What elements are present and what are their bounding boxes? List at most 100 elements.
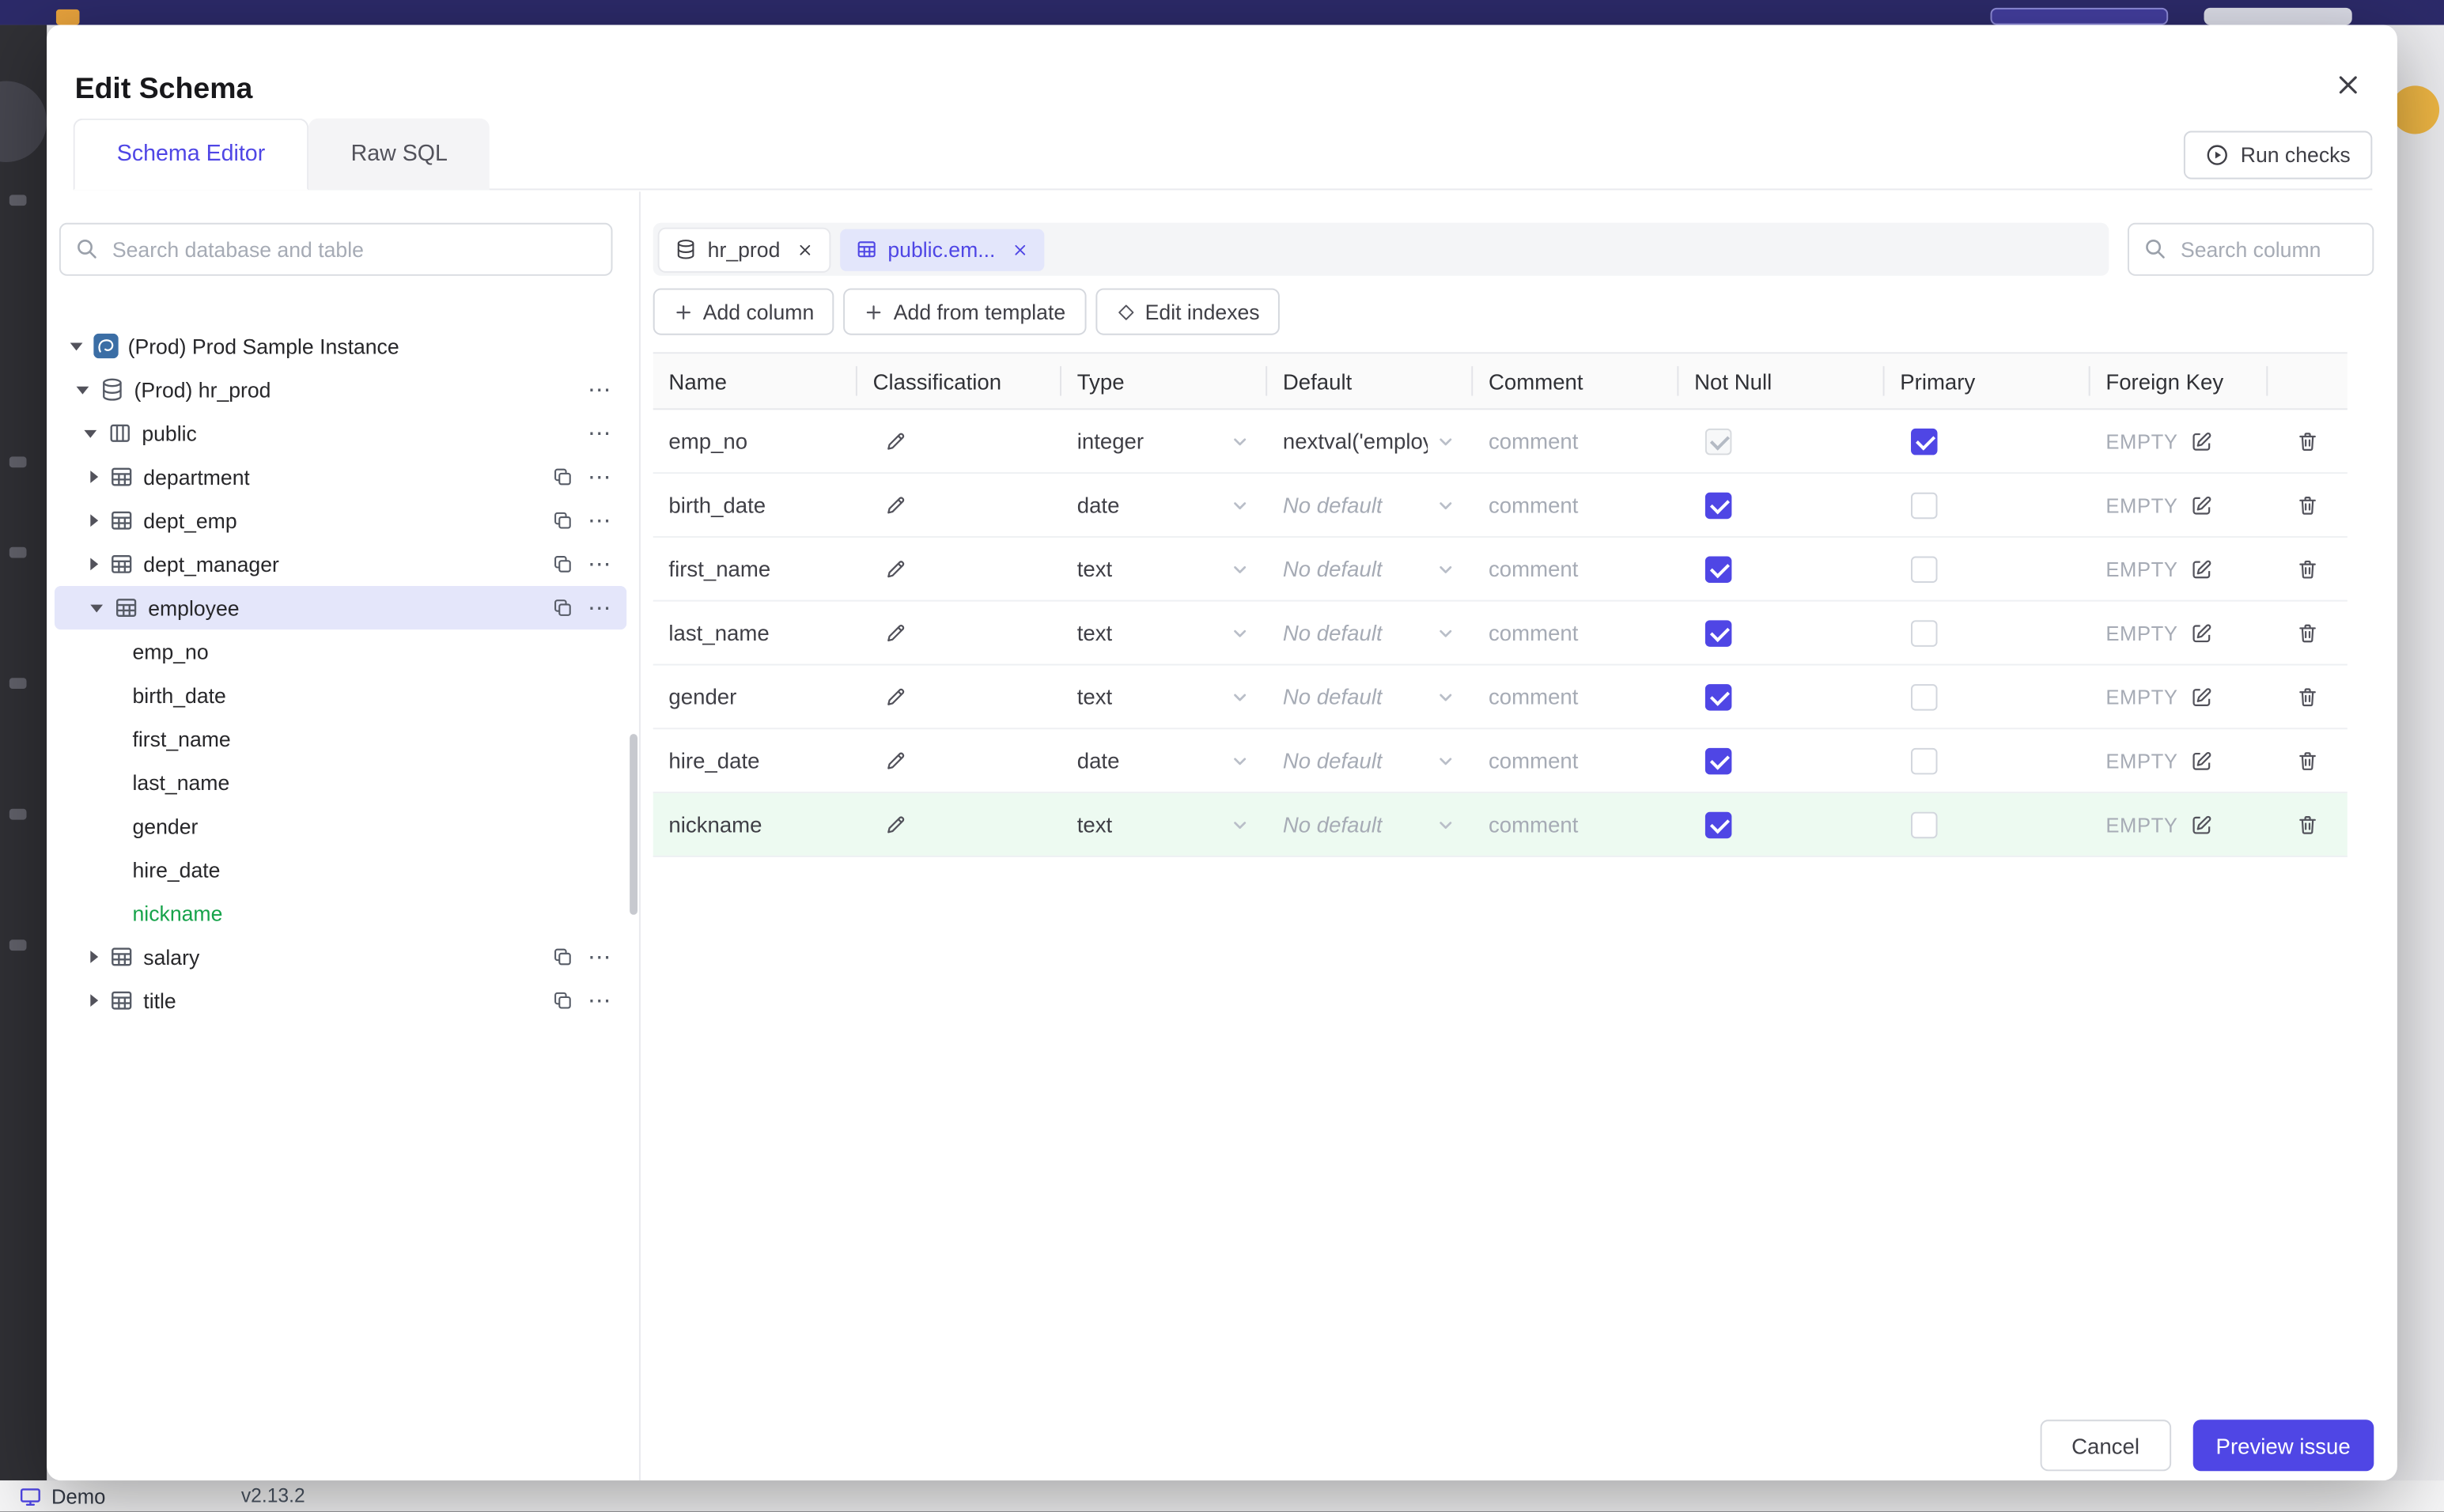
not-null-checkbox-checked[interactable] (1704, 811, 1732, 838)
more-menu-icon[interactable]: ⋯ (588, 421, 613, 445)
tree-item-dept_manager[interactable]: dept_manager ⋯ (55, 542, 626, 586)
edit-foreign-key-icon[interactable] (2190, 429, 2214, 453)
close-tab-icon[interactable] (796, 240, 813, 258)
pencil-icon[interactable] (883, 493, 907, 517)
tree-item-public[interactable]: public ⋯ (55, 411, 626, 455)
more-menu-icon[interactable]: ⋯ (588, 945, 613, 969)
comment-input[interactable]: comment (1489, 429, 1578, 454)
copy-icon[interactable] (552, 989, 574, 1011)
primary-checkbox[interactable] (1911, 683, 1938, 710)
edit-foreign-key-icon[interactable] (2190, 621, 2214, 644)
copy-icon[interactable] (552, 946, 574, 968)
caret-right-icon[interactable] (90, 951, 99, 963)
close-tab-icon[interactable] (1011, 240, 1028, 258)
primary-checkbox-checked[interactable] (1911, 427, 1938, 455)
cancel-button[interactable]: Cancel (2040, 1419, 2171, 1472)
caret-right-icon[interactable] (90, 471, 99, 483)
copy-icon[interactable] (552, 466, 574, 488)
trash-icon[interactable] (2296, 749, 2320, 773)
caret-right-icon[interactable] (90, 994, 99, 1007)
default-select[interactable]: No default (1267, 793, 1473, 856)
database-search-input[interactable] (59, 222, 613, 276)
trash-icon[interactable] (2296, 685, 2320, 709)
more-menu-icon[interactable]: ⋯ (588, 596, 613, 620)
more-menu-icon[interactable]: ⋯ (588, 553, 613, 576)
tree-item-nickname[interactable]: nickname (55, 891, 626, 935)
primary-checkbox[interactable] (1911, 555, 1938, 583)
edit-foreign-key-icon[interactable] (2190, 558, 2214, 581)
comment-input[interactable]: comment (1489, 684, 1578, 709)
caret-down-icon[interactable] (90, 603, 104, 612)
default-select[interactable]: nextval('employ (1267, 410, 1473, 472)
tab-schema-editor[interactable]: Schema Editor (73, 118, 309, 191)
copy-icon[interactable] (552, 509, 574, 531)
not-null-checkbox-checked[interactable] (1704, 619, 1732, 646)
tree-item-last_name[interactable]: last_name (55, 761, 626, 804)
not-null-checkbox-checked[interactable] (1704, 491, 1732, 519)
not-null-checkbox-checked[interactable] (1704, 683, 1732, 710)
trash-icon[interactable] (2296, 621, 2320, 644)
tree-item-gender[interactable]: gender (55, 804, 626, 848)
close-icon[interactable] (2335, 72, 2366, 103)
add-from-template-button[interactable]: Add from template (843, 288, 1086, 335)
trash-icon[interactable] (2296, 558, 2320, 581)
caret-down-icon[interactable] (70, 342, 83, 350)
default-select[interactable]: No default (1267, 729, 1473, 792)
sidebar-scrollbar[interactable] (630, 734, 637, 915)
copy-icon[interactable] (552, 554, 574, 576)
default-select[interactable]: No default (1267, 665, 1473, 728)
more-menu-icon[interactable]: ⋯ (588, 508, 613, 532)
tree-item-department[interactable]: department ⋯ (55, 455, 626, 498)
primary-checkbox[interactable] (1911, 619, 1938, 646)
edit-foreign-key-icon[interactable] (2190, 749, 2214, 773)
pencil-icon[interactable] (883, 749, 907, 773)
comment-input[interactable]: comment (1489, 812, 1578, 837)
trash-icon[interactable] (2296, 813, 2320, 837)
primary-checkbox[interactable] (1911, 811, 1938, 838)
help-floating-button[interactable] (2390, 85, 2440, 134)
pencil-icon[interactable] (883, 429, 907, 453)
pencil-icon[interactable] (883, 813, 907, 837)
type-select[interactable]: text (1061, 538, 1267, 600)
open-tab-public-em[interactable]: public.em... (839, 228, 1044, 270)
tab-raw-sql[interactable]: Raw SQL (308, 118, 490, 191)
more-menu-icon[interactable]: ⋯ (588, 378, 613, 402)
type-select[interactable]: date (1061, 474, 1267, 536)
run-checks-button[interactable]: Run checks (2184, 130, 2373, 180)
type-select[interactable]: text (1061, 793, 1267, 856)
more-menu-icon[interactable]: ⋯ (588, 988, 613, 1012)
pencil-icon[interactable] (883, 558, 907, 581)
tree-item-emp_no[interactable]: emp_no (55, 629, 626, 673)
tree-item-first_name[interactable]: first_name (55, 717, 626, 761)
open-tab-hr_prod[interactable]: hr_prod (659, 228, 829, 270)
type-select[interactable]: text (1061, 602, 1267, 664)
caret-right-icon[interactable] (90, 514, 99, 527)
copy-icon[interactable] (552, 597, 574, 619)
pencil-icon[interactable] (883, 685, 907, 709)
tree-item-salary[interactable]: salary ⋯ (55, 935, 626, 978)
caret-down-icon[interactable] (84, 429, 97, 437)
comment-input[interactable]: comment (1489, 493, 1578, 518)
not-null-checkbox-checked[interactable] (1704, 747, 1732, 774)
pencil-icon[interactable] (883, 621, 907, 644)
more-menu-icon[interactable]: ⋯ (588, 465, 613, 489)
caret-right-icon[interactable] (90, 558, 99, 571)
comment-input[interactable]: comment (1489, 557, 1578, 582)
trash-icon[interactable] (2296, 493, 2320, 517)
comment-input[interactable]: comment (1489, 620, 1578, 645)
tree-item-title[interactable]: title ⋯ (55, 979, 626, 1022)
default-select[interactable]: No default (1267, 474, 1473, 536)
tree-item-hire_date[interactable]: hire_date (55, 848, 626, 891)
edit-foreign-key-icon[interactable] (2190, 493, 2214, 517)
edit-indexes-button[interactable]: Edit indexes (1095, 288, 1281, 335)
default-select[interactable]: No default (1267, 538, 1473, 600)
type-select[interactable]: integer (1061, 410, 1267, 472)
preview-issue-button[interactable]: Preview issue (2192, 1419, 2374, 1472)
comment-input[interactable]: comment (1489, 748, 1578, 773)
type-select[interactable]: date (1061, 729, 1267, 792)
tree-item-prod-prod-sample-instance[interactable]: (Prod) Prod Sample Instance (55, 324, 626, 368)
edit-foreign-key-icon[interactable] (2190, 813, 2214, 837)
edit-foreign-key-icon[interactable] (2190, 685, 2214, 709)
tree-item-dept_emp[interactable]: dept_emp ⋯ (55, 499, 626, 542)
add-column-button[interactable]: Add column (653, 288, 834, 335)
